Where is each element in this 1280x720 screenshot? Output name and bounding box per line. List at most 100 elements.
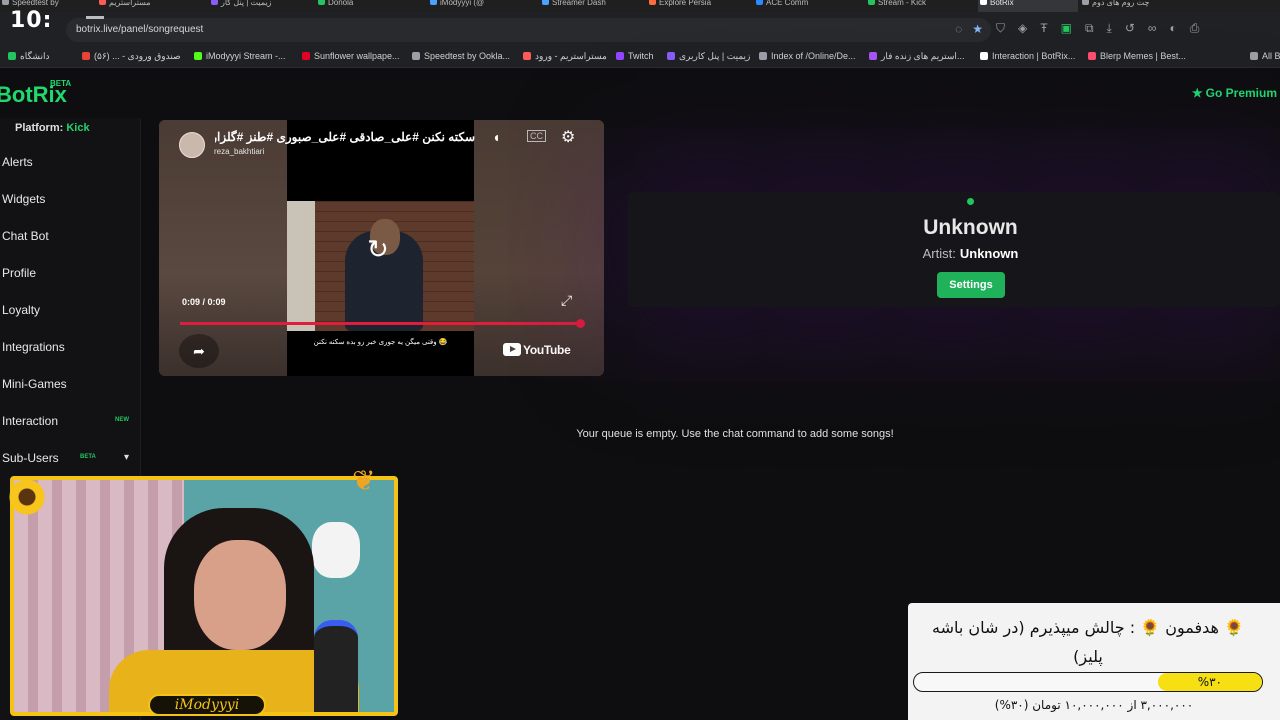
bookmark-favicon-icon <box>980 52 988 60</box>
browser-tab[interactable]: چت روم های دوم <box>1080 0 1200 12</box>
browser-tab[interactable]: مستراستریم <box>97 0 207 12</box>
bookmark-favicon-icon <box>869 52 877 60</box>
song-title: Unknown <box>923 216 1018 239</box>
history-icon[interactable]: ↺ <box>1125 21 1135 36</box>
bookmark-favicon-icon <box>1250 52 1258 60</box>
tab-favicon-icon <box>318 0 325 5</box>
browser-tab[interactable]: BotRix <box>978 0 1078 12</box>
platform-label: Platform: <box>15 122 64 134</box>
sidebar-item-label: Alerts <box>2 155 33 169</box>
youtube-brand: YouTube <box>523 343 571 357</box>
bookmark-item[interactable]: Sunflower wallpape... <box>302 51 400 61</box>
ublock-icon[interactable]: ◈ <box>1018 21 1027 36</box>
profile-icon[interactable]: ◐ <box>1169 21 1176 36</box>
platform-indicator[interactable]: Platform: Kick <box>15 122 90 134</box>
bookmark-label: All B <box>1262 51 1280 61</box>
bookmark-favicon-icon <box>194 52 202 60</box>
volume-icon[interactable]: ◖ <box>492 129 500 145</box>
sidebar-item-profile[interactable]: Profile <box>2 266 36 280</box>
go-premium-button[interactable]: ★ Go Premium <box>1192 86 1277 100</box>
browser-tab[interactable]: زیمیت | پنل کار <box>209 0 314 12</box>
browser-tab[interactable]: Streamer Dash <box>540 0 645 12</box>
bookmark-label: Blerp Memes | Best... <box>1100 51 1186 61</box>
video-progress-bar[interactable] <box>180 319 585 328</box>
extension-icons: ⛉ ◈ Ŧ ▣ ⧉ ⤓ ↺ ∞ ◐ ⎙ <box>996 21 1199 36</box>
video-title[interactable]: سکته نکنن #علی_صادقی #علی_صبوری #طنز #گل… <box>215 130 475 144</box>
bookmark-item[interactable]: Speedtest by Ookla... <box>412 51 510 61</box>
sidebar-item-badge: BETA <box>80 454 96 460</box>
sidebar-item-interaction[interactable]: Interaction <box>2 414 58 428</box>
bookmark-item[interactable]: صندوق ورودی - ... (۵۶) <box>82 51 181 62</box>
extension-green-icon[interactable]: ▣ <box>1061 21 1072 36</box>
sidebar-item-label: Sub-Users <box>2 451 59 465</box>
puzzle-icon[interactable]: ⧉ <box>1085 21 1094 36</box>
bookmark-label: iModyyyi Stream -... <box>206 51 286 61</box>
tab-label: Explore Persia <box>659 0 712 7</box>
video-subtitle: وقتی میگن یه جوری خبر رو بده سکته نکنن 😂 <box>313 339 448 346</box>
sidebar-item-alerts[interactable]: Alerts <box>2 155 33 169</box>
fullscreen-icon[interactable]: ⤢ <box>561 292 572 309</box>
artist-label: Artist: <box>922 246 956 261</box>
bookmark-label: مستراستریم - ورود <box>535 51 607 61</box>
browser-tab[interactable]: ACE Comm <box>754 0 864 12</box>
tab-favicon-icon <box>1082 0 1089 5</box>
browser-tab[interactable]: Donola <box>316 0 426 12</box>
bookmark-item[interactable]: مستراستریم - ورود <box>523 51 607 62</box>
tab-favicon-icon <box>756 0 763 5</box>
browser-tab[interactable]: iModyyyi (@ <box>428 0 538 12</box>
tab-label: BotRix <box>990 0 1014 7</box>
bookmark-item[interactable]: iModyyyi Stream -... <box>194 51 286 61</box>
minimize-icon <box>86 16 104 19</box>
url-input[interactable]: botrix.live/panel/songrequest ◌ ★ <box>66 18 991 42</box>
tab-favicon-icon <box>99 0 106 5</box>
bookmark-item[interactable]: Index of /Online/De... <box>759 51 856 61</box>
sidebar-item-badge: NEW <box>115 417 129 423</box>
tab-label: ACE Comm <box>766 0 809 7</box>
video-progress-handle[interactable] <box>576 319 585 328</box>
bookmark-item[interactable]: دانشگاه <box>8 51 49 62</box>
tab-label: مستراستریم <box>109 0 151 7</box>
bookmark-item[interactable]: Interaction | BotRix... <box>980 51 1075 61</box>
link-icon[interactable]: ∞ <box>1148 21 1157 36</box>
bookmark-item[interactable]: زیمیت | پنل کاربری <box>667 51 750 62</box>
sidebar-item-widgets[interactable]: Widgets <box>2 192 45 206</box>
share-icon: ➦ <box>193 343 205 359</box>
bookmark-label: Interaction | BotRix... <box>992 51 1076 61</box>
bookmark-star-icon[interactable]: ★ <box>972 22 983 36</box>
print-icon[interactable]: ⎙ <box>1190 21 1200 36</box>
bookmark-label: Speedtest by Ookla... <box>424 51 511 61</box>
settings-gear-icon[interactable]: ⚙ <box>561 127 575 147</box>
eye-off-icon[interactable]: ◌ <box>955 22 962 36</box>
bookmark-item[interactable]: All B <box>1250 51 1280 61</box>
sunflower-icon <box>8 478 46 516</box>
tab-label: زیمیت | پنل کار <box>221 0 272 7</box>
sidebar-item-mini-games[interactable]: Mini-Games <box>2 377 67 391</box>
browser-tab[interactable]: Explore Persia <box>647 0 752 12</box>
replay-icon[interactable]: ↻ <box>367 234 389 265</box>
sidebar-item-chat-bot[interactable]: Chat Bot <box>2 229 49 243</box>
share-button[interactable]: ➦ <box>179 334 219 368</box>
settings-button[interactable]: Settings <box>937 272 1005 298</box>
queue-empty-message: Your queue is empty. Use the chat comman… <box>576 428 894 440</box>
translate-icon[interactable]: Ŧ <box>1040 21 1047 36</box>
bookmark-label: Twitch <box>628 51 654 61</box>
chevron-down-icon[interactable]: ▾ <box>124 452 129 463</box>
bookmark-item[interactable]: Blerp Memes | Best... <box>1088 51 1186 61</box>
tab-favicon-icon <box>211 0 218 5</box>
browser-tab[interactable]: Stream - Kick <box>866 0 976 12</box>
sidebar-item-loyalty[interactable]: Loyalty <box>2 303 40 317</box>
bookmark-item[interactable]: استریم های زنده فار... <box>869 51 964 62</box>
bookmark-item[interactable]: Twitch <box>616 51 654 61</box>
youtube-logo[interactable]: YouTube <box>503 343 571 357</box>
channel-avatar[interactable] <box>179 132 205 158</box>
youtube-player[interactable]: وقتی میگن یه جوری خبر رو بده سکته نکنن 😂… <box>159 120 604 376</box>
shield-icon[interactable]: ⛉ <box>996 21 1005 36</box>
song-artist: Artist: Unknown <box>628 246 1280 261</box>
sidebar-item-integrations[interactable]: Integrations <box>2 340 65 354</box>
sidebar-item-sub-users[interactable]: Sub-Users <box>2 451 59 465</box>
download-icon[interactable]: ⤓ <box>1107 21 1112 36</box>
tab-label: چت روم های دوم <box>1092 0 1150 7</box>
url-icons: ◌ ★ <box>955 22 983 36</box>
captions-icon[interactable]: CC <box>527 130 546 142</box>
channel-name[interactable]: reza_bakhtiari <box>214 147 264 156</box>
